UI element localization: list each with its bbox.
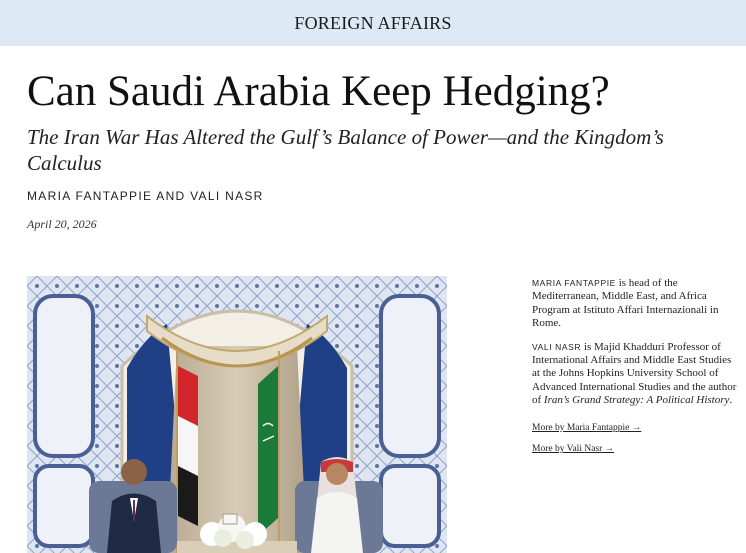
author-sidebar: MARIA FANTAPPIE is head of the Mediterra…	[532, 277, 738, 464]
author-name-fantappie: MARIA FANTAPPIE	[532, 278, 616, 288]
site-header: FOREIGN AFFAIRS	[0, 0, 746, 46]
author-bio-fantappie: MARIA FANTAPPIE is head of the Mediterra…	[532, 277, 738, 331]
site-logo-link[interactable]: FOREIGN AFFAIRS	[294, 13, 451, 34]
article-byline: MARIA FANTAPPIE AND VALI NASR	[27, 189, 264, 203]
author-bio-end-nasr: .	[729, 394, 733, 407]
article-title: Can Saudi Arabia Keep Hedging?	[27, 68, 610, 115]
article-date: April 20, 2026	[27, 217, 97, 231]
author-bio-nasr: VALI NASR is Majid Khadduri Professor of…	[532, 341, 738, 408]
article-subtitle: The Iran War Has Altered the Gulf’s Bala…	[27, 125, 664, 175]
more-by-links: More by Maria Fantappie → More by Vali N…	[532, 422, 738, 457]
book-title: Iran’s Grand Strategy: A Political Histo…	[543, 394, 730, 407]
article-photo	[27, 276, 447, 553]
more-by-fantappie-link[interactable]: More by Maria Fantappie →	[532, 422, 738, 435]
author-name-nasr: VALI NASR	[532, 341, 582, 352]
more-by-nasr-link[interactable]: More by Vali Nasr →	[532, 443, 738, 456]
